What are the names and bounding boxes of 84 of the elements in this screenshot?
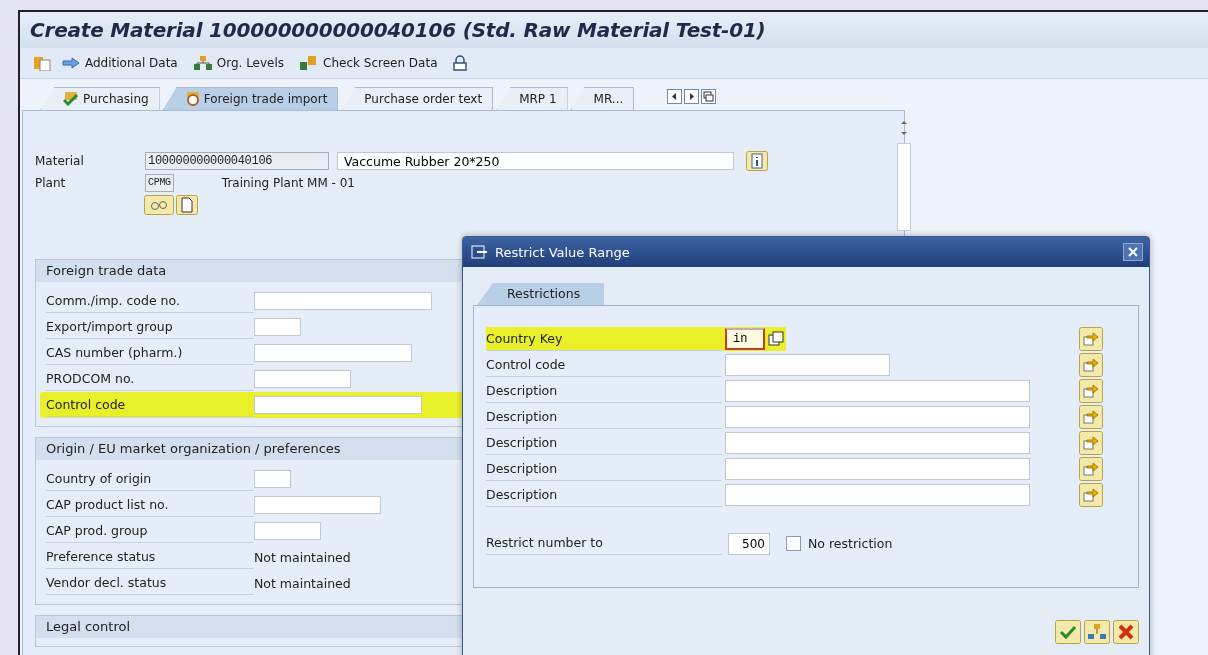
close-icon[interactable] bbox=[1123, 243, 1143, 261]
multiple-selection-icon[interactable] bbox=[1079, 431, 1103, 455]
multiple-selection-icon[interactable] bbox=[1079, 405, 1103, 429]
lock-icon[interactable] bbox=[451, 55, 468, 71]
value-help-icon[interactable] bbox=[768, 331, 784, 347]
tab[interactable]: Purchasing bbox=[40, 87, 160, 110]
field-label: Vendor decl. status bbox=[46, 571, 254, 595]
display-field: 100000000000040106 bbox=[145, 152, 329, 170]
field-label: Country of origin bbox=[46, 467, 254, 491]
field-label: Plant bbox=[35, 176, 67, 190]
clipboard-icon[interactable] bbox=[34, 55, 52, 71]
input-field[interactable] bbox=[254, 470, 291, 488]
toolbar-button[interactable]: Check Screen Data bbox=[298, 54, 440, 72]
scrollbar[interactable] bbox=[897, 143, 911, 231]
tab-list-icon[interactable] bbox=[701, 89, 717, 104]
cancel-icon[interactable] bbox=[1113, 620, 1139, 644]
input-field[interactable] bbox=[254, 292, 432, 310]
hierarchy-icon[interactable] bbox=[1084, 620, 1110, 644]
field-label: CAP product list no. bbox=[46, 493, 254, 517]
field-label: Description bbox=[486, 483, 722, 507]
field-label: PRODCOM no. bbox=[46, 367, 254, 391]
dialog-title: Restrict Value Range bbox=[495, 244, 630, 260]
field-label: CAP prod. group bbox=[46, 519, 254, 543]
multiple-selection-icon[interactable] bbox=[1079, 379, 1103, 403]
field-label: Description bbox=[486, 457, 722, 481]
scroll-right-icon[interactable] bbox=[684, 89, 700, 104]
scroll-down-icon[interactable] bbox=[900, 131, 908, 137]
input-field[interactable] bbox=[254, 370, 351, 388]
description-field[interactable]: Vaccume Rubber 20*250 bbox=[337, 152, 734, 170]
multiple-selection-icon[interactable] bbox=[1079, 457, 1103, 481]
field-label: Description bbox=[486, 431, 722, 455]
input-field[interactable] bbox=[725, 406, 1030, 428]
scroll-left-icon[interactable] bbox=[667, 89, 683, 104]
display-field: CPMG bbox=[145, 174, 174, 192]
field-label: Material bbox=[35, 154, 85, 168]
glasses-icon[interactable] bbox=[144, 195, 174, 215]
tab[interactable]: MR... bbox=[570, 87, 635, 110]
field-label: CAS number (pharm.) bbox=[46, 341, 254, 365]
tab[interactable]: Foreign trade import bbox=[162, 87, 339, 110]
multiple-selection-icon[interactable] bbox=[1079, 483, 1103, 507]
info-icon[interactable] bbox=[746, 151, 768, 171]
checkbox[interactable] bbox=[786, 536, 801, 551]
tab[interactable]: Purchase order text bbox=[341, 87, 494, 110]
field-label: Description bbox=[486, 379, 722, 403]
checkmark-icon[interactable] bbox=[1055, 620, 1081, 644]
input-field[interactable]: 500 bbox=[728, 532, 770, 555]
field-label: Control code bbox=[486, 353, 722, 377]
field-label: Export/import group bbox=[46, 315, 254, 339]
globe-icon bbox=[185, 92, 200, 106]
input-field[interactable] bbox=[254, 522, 321, 540]
input-field[interactable] bbox=[725, 484, 1030, 506]
field-label: Control code bbox=[46, 393, 254, 417]
input-field[interactable]: in bbox=[725, 328, 765, 350]
input-field[interactable] bbox=[725, 380, 1030, 402]
field-label: Description bbox=[486, 405, 722, 429]
new-document-icon[interactable] bbox=[176, 195, 198, 215]
input-field[interactable] bbox=[254, 396, 422, 414]
field-label: Country Key bbox=[486, 327, 722, 351]
checkmark-icon bbox=[63, 92, 79, 106]
check-screen-icon bbox=[300, 56, 319, 70]
tab[interactable]: MRP 1 bbox=[496, 87, 568, 110]
description-text: Training Plant MM - 01 bbox=[221, 176, 355, 190]
window-title: Create Material 100000000000040106 (Std. Raw Material Test-01) bbox=[20, 12, 1208, 48]
multiple-selection-icon[interactable] bbox=[1079, 353, 1103, 377]
input-field[interactable] bbox=[725, 354, 890, 376]
field-label: Restrict number to bbox=[486, 532, 722, 555]
multiple-selection-icon[interactable] bbox=[1079, 327, 1103, 351]
input-field[interactable] bbox=[254, 496, 381, 514]
status-text: Not maintained bbox=[254, 549, 351, 565]
input-field[interactable] bbox=[725, 432, 1030, 454]
arrow-icon bbox=[62, 57, 80, 69]
scroll-up-icon[interactable] bbox=[900, 119, 908, 125]
tab[interactable]: Restrictions bbox=[477, 283, 605, 305]
input-field[interactable] bbox=[254, 344, 412, 362]
hierarchy-icon bbox=[193, 56, 212, 70]
field-label: Comm./imp. code no. bbox=[46, 289, 254, 313]
status-text: Not maintained bbox=[254, 575, 351, 591]
field-label: Preference status bbox=[46, 545, 254, 569]
dialog-icon bbox=[471, 245, 489, 259]
input-field[interactable] bbox=[725, 458, 1030, 480]
toolbar-button[interactable]: Org. Levels bbox=[191, 54, 287, 72]
checkbox-label: No restriction bbox=[808, 536, 893, 551]
toolbar-button[interactable]: Additional Data bbox=[60, 54, 180, 72]
input-field[interactable] bbox=[254, 318, 301, 336]
